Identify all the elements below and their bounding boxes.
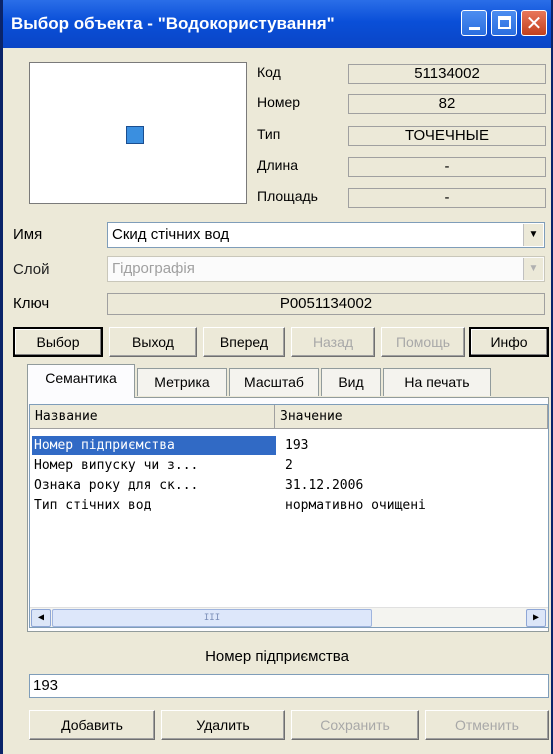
close-icon: ✕ xyxy=(525,11,543,35)
title-bar[interactable]: Выбор объекта - "Водокористування" ✕ xyxy=(3,0,551,48)
tab-semantics[interactable]: Семантика xyxy=(27,364,135,398)
select-button[interactable]: Выбор xyxy=(13,327,103,357)
number-label: Номер xyxy=(257,94,301,110)
semantics-table[interactable]: Название Значение Номер підприємства 193… xyxy=(29,404,549,628)
table-row[interactable]: Тип стічних вод нормативно очищені xyxy=(30,496,548,515)
minimize-button[interactable] xyxy=(461,10,487,36)
tab-view[interactable]: Вид xyxy=(321,368,381,396)
maximize-button[interactable] xyxy=(491,10,517,36)
column-header-name[interactable]: Название xyxy=(30,405,275,429)
tab-metrics[interactable]: Метрика xyxy=(137,368,227,396)
forward-button[interactable]: Вперед xyxy=(203,327,285,357)
table-row[interactable]: Ознака року для ск... 31.12.2006 xyxy=(30,476,548,495)
scroll-left-icon[interactable]: ◀ xyxy=(31,609,51,627)
delete-button[interactable]: Удалить xyxy=(161,710,285,740)
row-value: нормативно очищені xyxy=(285,498,426,513)
layer-combobox-value: Гідрографія xyxy=(112,260,195,277)
name-combobox[interactable]: Скид стічних вод ▼ xyxy=(107,222,545,248)
object-select-window: Выбор объекта - "Водокористування" ✕ Код… xyxy=(0,0,553,754)
chevron-down-icon: ▼ xyxy=(523,258,543,280)
add-button[interactable]: Добавить xyxy=(29,710,155,740)
row-value: 2 xyxy=(285,458,293,473)
layer-combobox: Гідрографія ▼ xyxy=(107,256,545,282)
row-name: Номер підприємства xyxy=(32,436,276,455)
length-label: Длина xyxy=(257,157,298,173)
area-value: - xyxy=(348,188,546,208)
back-button: Назад xyxy=(291,327,375,357)
field-caption: Номер підприємства xyxy=(205,648,349,665)
tab-print[interactable]: На печать xyxy=(383,368,491,396)
scroll-right-icon[interactable]: ▶ xyxy=(526,609,546,627)
column-header-value[interactable]: Значение xyxy=(275,405,548,429)
scroll-thumb[interactable]: III xyxy=(52,609,372,627)
info-button[interactable]: Инфо xyxy=(469,327,549,357)
key-value: P0051134002 xyxy=(107,293,545,315)
cancel-button: Отменить xyxy=(425,710,549,740)
save-button: Сохранить xyxy=(291,710,419,740)
area-label: Площадь xyxy=(257,188,318,204)
help-button: Помощь xyxy=(381,327,465,357)
key-label: Ключ xyxy=(13,295,50,312)
row-value: 31.12.2006 xyxy=(285,478,364,493)
chevron-down-icon[interactable]: ▼ xyxy=(523,224,543,246)
length-value: - xyxy=(348,157,546,177)
type-label: Тип xyxy=(257,126,281,142)
value-input[interactable]: 193 xyxy=(29,674,549,698)
row-name: Ознака року для ск... xyxy=(34,478,199,493)
close-button[interactable]: ✕ xyxy=(521,10,547,36)
table-header: Название Значение xyxy=(30,405,548,429)
name-label: Имя xyxy=(13,226,43,243)
maximize-icon xyxy=(498,16,511,29)
row-name: Тип стічних вод xyxy=(34,498,152,513)
exit-button[interactable]: Выход xyxy=(109,327,197,357)
point-object-icon xyxy=(126,126,144,144)
window-title: Выбор объекта - "Водокористування" xyxy=(11,14,335,33)
tab-scale[interactable]: Масштаб xyxy=(229,368,319,396)
table-row[interactable]: Номер підприємства 193 xyxy=(30,436,548,455)
name-combobox-value: Скид стічних вод xyxy=(112,226,230,243)
code-label: Код xyxy=(257,64,281,80)
layer-label: Слой xyxy=(13,261,50,278)
type-value: ТОЧЕЧНЫЕ xyxy=(348,126,546,146)
row-value: 193 xyxy=(285,438,309,453)
scroll-grip-icon: III xyxy=(203,613,221,623)
code-value: 51134002 xyxy=(348,64,546,84)
row-name: Номер випуску чи з... xyxy=(34,458,199,473)
horizontal-scrollbar[interactable]: ◀ III ▶ xyxy=(30,607,548,627)
minimize-icon xyxy=(469,27,480,30)
table-row[interactable]: Номер випуску чи з... 2 xyxy=(30,456,548,475)
object-preview xyxy=(29,62,247,204)
number-value: 82 xyxy=(348,94,546,114)
